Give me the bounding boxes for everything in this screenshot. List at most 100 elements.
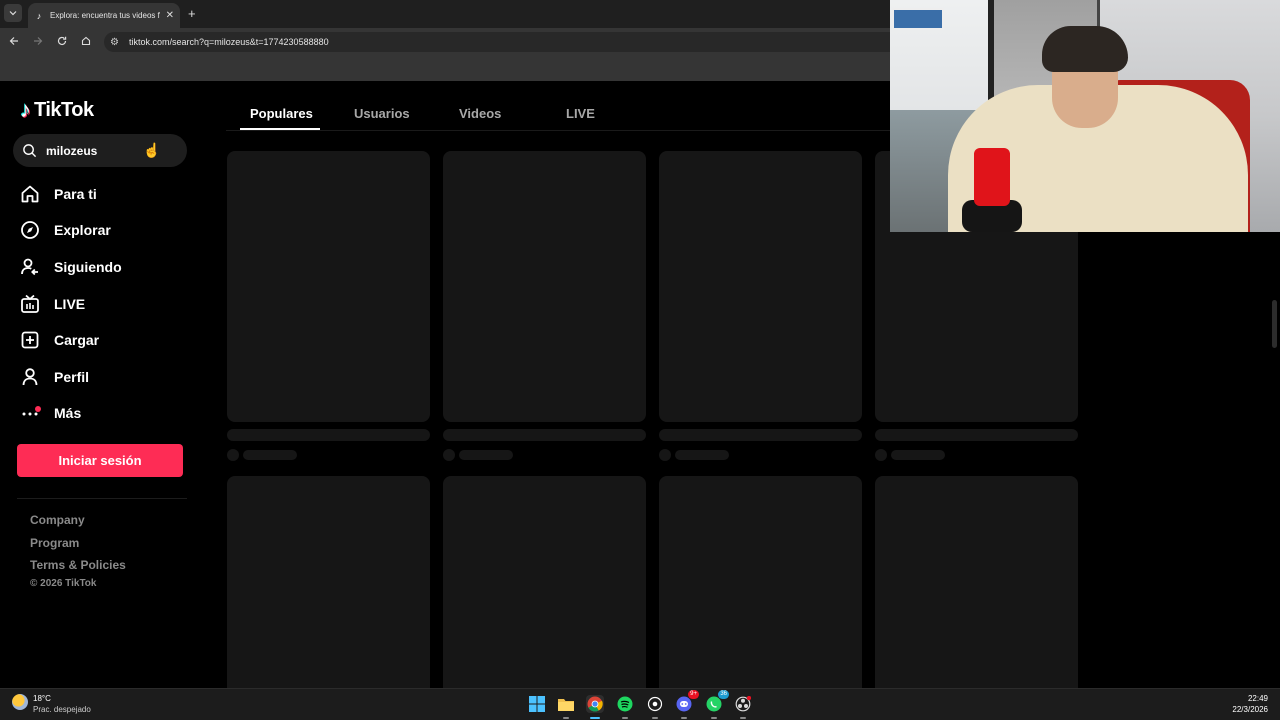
whatsapp-icon[interactable]: 36 bbox=[705, 690, 729, 719]
username-placeholder bbox=[459, 450, 513, 460]
caption-placeholder bbox=[875, 429, 1078, 441]
avatar-placeholder bbox=[659, 449, 671, 461]
new-tab-button[interactable]: + bbox=[188, 6, 196, 21]
video-card-placeholder[interactable] bbox=[443, 151, 646, 422]
whatsapp-badge: 36 bbox=[718, 690, 729, 699]
tiktok-favicon-icon: ♪ bbox=[36, 10, 42, 21]
notification-dot bbox=[35, 406, 41, 412]
webcam-overlay bbox=[890, 0, 1280, 232]
tab-title: Explora: encuentra tus videos fa bbox=[50, 11, 160, 20]
running-indicator bbox=[622, 717, 628, 719]
arrow-right-icon bbox=[34, 37, 43, 45]
upload-plus-icon bbox=[20, 330, 40, 350]
search-value[interactable]: milozeus bbox=[46, 144, 97, 158]
home-button[interactable] bbox=[78, 34, 94, 50]
tab-live[interactable]: LIVE bbox=[566, 106, 595, 121]
clock-date[interactable]: 22/3/2026 bbox=[1222, 705, 1268, 714]
home-icon bbox=[20, 184, 40, 204]
profile-icon bbox=[20, 367, 40, 387]
nav-item-para-ti[interactable]: Para ti bbox=[20, 179, 190, 209]
back-button[interactable] bbox=[6, 34, 22, 50]
search-icon bbox=[23, 144, 37, 158]
nav-item-explorar[interactable]: Explorar bbox=[20, 215, 190, 245]
weather-icon[interactable] bbox=[12, 694, 28, 710]
active-tab-indicator bbox=[240, 128, 320, 130]
nav-item-mas[interactable]: Más bbox=[20, 398, 190, 428]
tab-populares[interactable]: Populares bbox=[250, 106, 313, 121]
running-indicator bbox=[681, 717, 687, 719]
copyright-text: © 2026 TikTok bbox=[30, 578, 97, 589]
video-card-placeholder[interactable] bbox=[443, 476, 646, 688]
tiktok-logo[interactable]: ♪ TikTok bbox=[20, 97, 94, 123]
reload-icon bbox=[57, 36, 67, 46]
browser-tab-active[interactable]: ♪ Explora: encuentra tus videos fa ✕ bbox=[28, 3, 180, 28]
video-card-placeholder[interactable] bbox=[659, 476, 862, 688]
nav-label: LIVE bbox=[54, 296, 86, 312]
caption-placeholder bbox=[443, 429, 646, 441]
discord-badge: 9+ bbox=[688, 690, 699, 699]
obs-icon[interactable] bbox=[734, 695, 752, 719]
house-icon bbox=[81, 36, 91, 46]
video-card-placeholder[interactable] bbox=[227, 476, 430, 688]
nav-label: Más bbox=[54, 405, 82, 421]
nav-item-live[interactable]: LIVE bbox=[20, 289, 190, 319]
running-indicator bbox=[563, 717, 569, 719]
file-explorer-icon[interactable] bbox=[557, 695, 575, 719]
username-placeholder bbox=[675, 450, 729, 460]
tab-search-button[interactable] bbox=[4, 4, 22, 22]
avatar-placeholder bbox=[875, 449, 887, 461]
following-icon bbox=[20, 257, 40, 277]
running-indicator bbox=[652, 717, 658, 719]
spotify-icon[interactable] bbox=[616, 695, 634, 719]
caption-placeholder bbox=[659, 429, 862, 441]
live-tv-icon bbox=[20, 294, 40, 314]
webcam-microphone bbox=[974, 148, 1010, 206]
webcam-person-hair bbox=[1042, 26, 1128, 72]
address-bar[interactable]: ⚙ tiktok.com/search?q=milozeus&t=1774230… bbox=[104, 32, 904, 52]
search-input[interactable]: milozeus bbox=[13, 134, 187, 167]
nav-label: Cargar bbox=[54, 332, 100, 348]
username-placeholder bbox=[891, 450, 945, 460]
nav-item-siguiendo[interactable]: Siguiendo bbox=[20, 252, 190, 282]
nav-label: Siguiendo bbox=[54, 259, 122, 275]
running-indicator bbox=[711, 717, 717, 719]
video-card-placeholder[interactable] bbox=[659, 151, 862, 422]
active-indicator bbox=[590, 717, 600, 719]
nav-label: Para ti bbox=[54, 186, 97, 202]
video-card-placeholder[interactable] bbox=[875, 476, 1078, 688]
weather-description[interactable]: Prac. despejado bbox=[33, 705, 91, 714]
chevron-down-icon bbox=[9, 11, 17, 16]
nav-label: Perfil bbox=[54, 369, 90, 385]
windows-start-icon[interactable] bbox=[528, 695, 546, 713]
nav-item-perfil[interactable]: Perfil bbox=[20, 362, 190, 392]
site-info-icon[interactable]: ⚙ bbox=[110, 37, 119, 48]
steam-icon[interactable] bbox=[646, 695, 664, 719]
reload-button[interactable] bbox=[54, 34, 70, 50]
page-scrollbar[interactable] bbox=[1272, 300, 1277, 348]
tab-close-icon[interactable]: ✕ bbox=[166, 10, 174, 21]
footer-link-company[interactable]: Company bbox=[30, 513, 85, 527]
weather-temperature[interactable]: 18°C bbox=[33, 694, 51, 703]
discord-icon[interactable]: 9+ bbox=[675, 690, 699, 719]
sidebar-divider bbox=[17, 498, 187, 499]
chrome-icon[interactable] bbox=[586, 695, 604, 719]
footer-link-terms[interactable]: Terms & Policies bbox=[30, 558, 126, 572]
video-card-placeholder[interactable] bbox=[227, 151, 430, 422]
windows-taskbar bbox=[0, 688, 1280, 720]
tab-usuarios[interactable]: Usuarios bbox=[354, 106, 410, 121]
hand-cursor-icon: ☝ bbox=[143, 142, 161, 158]
nav-item-cargar[interactable]: Cargar bbox=[20, 325, 190, 355]
webcam-poster bbox=[892, 8, 944, 30]
login-button[interactable]: Iniciar sesión bbox=[17, 444, 183, 477]
avatar-placeholder bbox=[443, 449, 455, 461]
tiktok-note-icon: ♪ bbox=[20, 97, 31, 122]
tab-videos[interactable]: Videos bbox=[459, 106, 501, 121]
logo-text: TikTok bbox=[34, 98, 94, 121]
more-dots-icon bbox=[20, 403, 41, 423]
clock-time[interactable]: 22:49 bbox=[1240, 694, 1268, 703]
address-url[interactable]: tiktok.com/search?q=milozeus&t=177423058… bbox=[129, 37, 329, 47]
footer-link-program[interactable]: Program bbox=[30, 536, 79, 550]
nav-label: Explorar bbox=[54, 222, 111, 238]
forward-button[interactable] bbox=[30, 34, 46, 50]
username-placeholder bbox=[243, 450, 297, 460]
